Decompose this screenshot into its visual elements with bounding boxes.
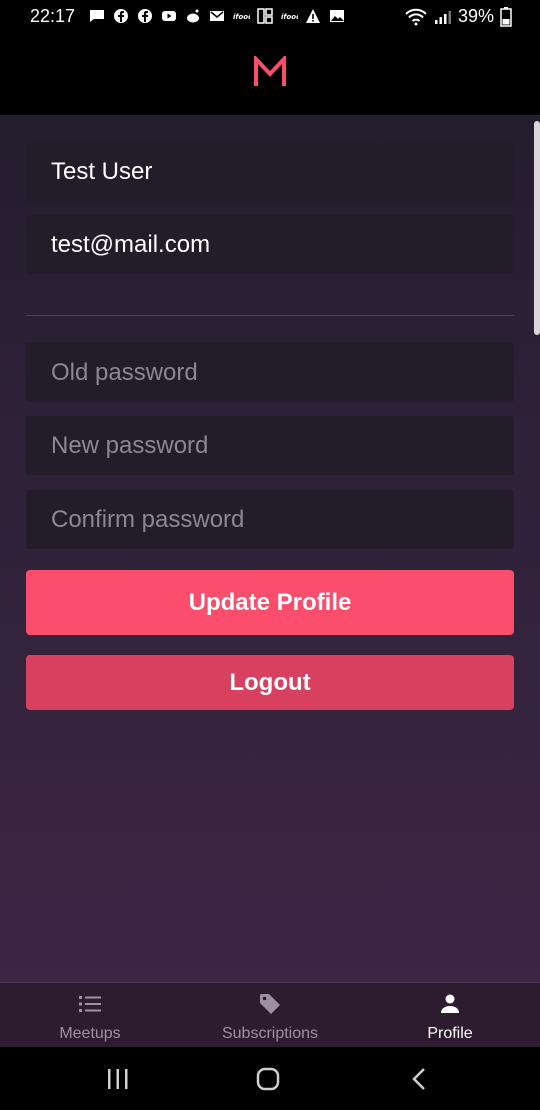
signal-icon — [434, 10, 451, 24]
bottom-nav: Meetups Subscriptions Profile — [0, 982, 540, 1047]
tab-subscriptions[interactable]: Subscriptions — [180, 983, 360, 1047]
person-icon — [437, 991, 463, 1017]
facebook-icon — [114, 9, 128, 23]
name-value: Test User — [51, 157, 153, 185]
ifood-icon: ifood — [281, 13, 298, 21]
old-password-field[interactable]: Old password — [26, 343, 514, 402]
new-password-placeholder: New password — [51, 431, 209, 459]
status-time: 22:17 — [30, 6, 76, 26]
tab-profile[interactable]: Profile — [360, 983, 540, 1047]
reddit-icon — [187, 9, 199, 23]
battery-percent: 39% — [457, 6, 494, 26]
new-password-field[interactable]: New password — [26, 416, 514, 475]
tab-profile-label: Profile — [427, 1025, 473, 1042]
wifi-icon — [405, 8, 427, 25]
list-icon — [77, 991, 103, 1017]
email-value: test@mail.com — [51, 230, 211, 258]
profile-screen: Test User test@mail.com Old password New… — [0, 115, 540, 982]
facebook-icon — [138, 9, 152, 23]
app-header — [0, 34, 540, 115]
divider — [26, 315, 514, 316]
status-right: 39% — [404, 6, 512, 27]
message-icon — [90, 10, 104, 22]
confirm-password-field[interactable]: Confirm password — [26, 490, 514, 549]
image-icon — [330, 10, 344, 22]
youtube-icon — [162, 11, 176, 21]
old-password-placeholder: Old password — [51, 358, 198, 386]
tag-icon — [257, 991, 283, 1017]
gmail-icon — [210, 11, 224, 21]
update-profile-button[interactable]: Update Profile — [26, 570, 514, 635]
notification-icons: ifood ifood — [88, 6, 346, 26]
logout-button[interactable]: Logout — [26, 655, 514, 710]
confirm-password-placeholder: Confirm password — [51, 505, 245, 533]
email-field[interactable]: test@mail.com — [26, 215, 514, 274]
home-icon[interactable] — [253, 1065, 283, 1093]
svg-text:ifood: ifood — [233, 13, 250, 21]
app-logo — [254, 56, 286, 86]
ifood-icon: ifood — [233, 13, 250, 21]
battery-icon — [500, 6, 512, 27]
layout-icon — [257, 8, 273, 24]
warning-icon — [306, 9, 320, 23]
tab-meetups-label: Meetups — [59, 1025, 121, 1042]
scrollbar[interactable] — [534, 121, 540, 335]
system-nav-bar — [0, 1047, 540, 1110]
status-bar: 22:17 ifood ifood 39% — [0, 0, 540, 34]
svg-text:ifood: ifood — [281, 13, 298, 21]
name-field[interactable]: Test User — [26, 142, 514, 201]
recent-apps-icon[interactable] — [103, 1065, 133, 1093]
back-icon[interactable] — [405, 1065, 435, 1093]
logout-label: Logout — [229, 668, 311, 696]
update-profile-label: Update Profile — [188, 588, 352, 616]
tab-subscriptions-label: Subscriptions — [221, 1025, 319, 1042]
tab-meetups[interactable]: Meetups — [0, 983, 180, 1047]
